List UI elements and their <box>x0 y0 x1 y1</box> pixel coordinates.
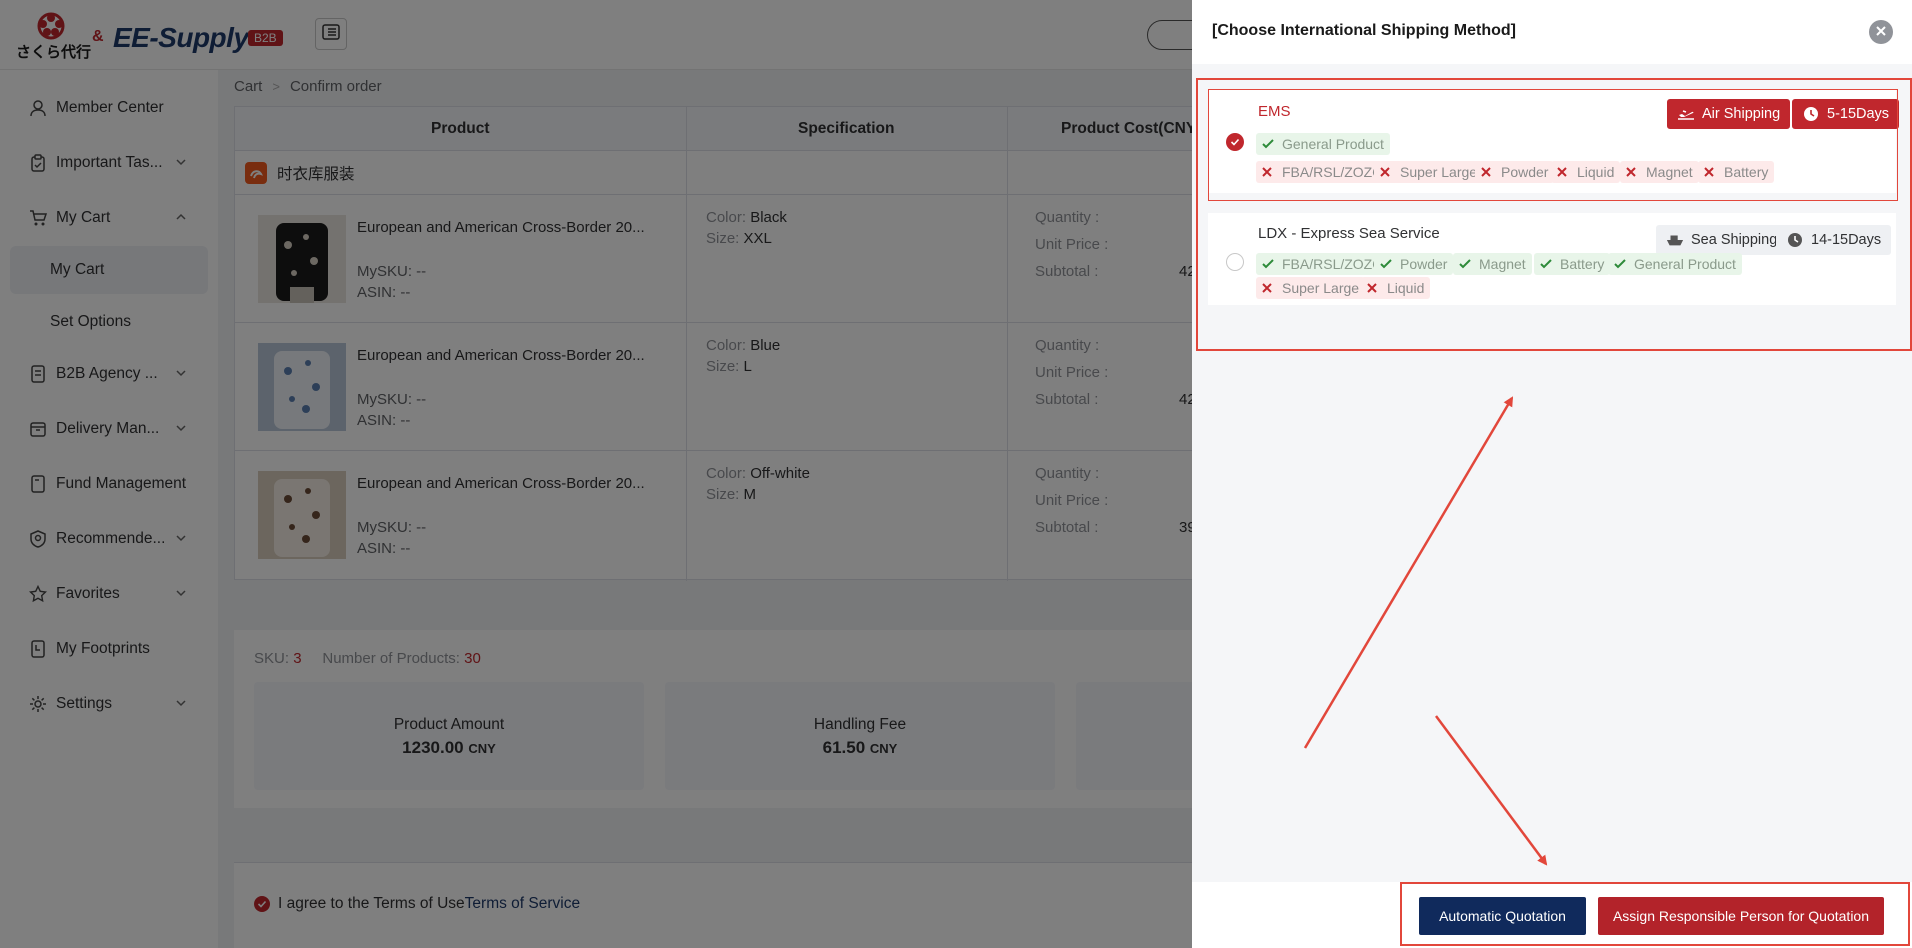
drawer-title: [Choose International Shipping Method] <box>1212 22 1516 39</box>
close-button[interactable] <box>1869 20 1893 44</box>
annotation-frame-ems <box>1208 89 1898 201</box>
annotation-frame-buttons <box>1400 882 1910 946</box>
close-icon <box>1875 24 1887 41</box>
